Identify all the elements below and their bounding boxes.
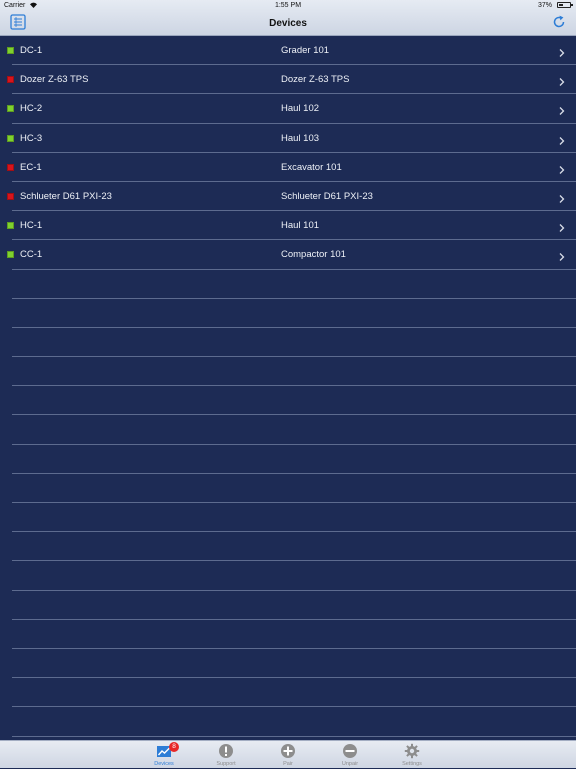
tab-label: Unpair bbox=[341, 761, 359, 767]
empty-row bbox=[12, 561, 576, 591]
empty-row bbox=[12, 678, 576, 708]
chevron-right-icon bbox=[557, 191, 566, 203]
device-name: EC-1 bbox=[20, 161, 42, 173]
empty-row bbox=[12, 270, 576, 299]
device-unit: Haul 103 bbox=[281, 132, 320, 144]
tab-devices[interactable]: 8 Devices bbox=[144, 741, 184, 769]
status-ok-indicator bbox=[7, 251, 14, 259]
tab-bar: 8 Devices Support Pair Unpair Settings bbox=[0, 740, 576, 768]
battery-fill bbox=[559, 4, 563, 6]
empty-row bbox=[12, 707, 576, 737]
minus-circle-icon bbox=[342, 743, 358, 759]
empty-row bbox=[12, 415, 576, 445]
empty-row bbox=[12, 299, 576, 328]
chevron-right-icon bbox=[557, 103, 566, 116]
plus-circle-icon bbox=[280, 743, 296, 759]
tab-label: Support bbox=[216, 761, 236, 767]
tab-settings[interactable]: Settings bbox=[392, 741, 432, 769]
device-unit: Haul 102 bbox=[281, 103, 320, 115]
tab-label: Settings bbox=[402, 761, 422, 767]
chevron-right-icon bbox=[557, 74, 566, 87]
tab-label: Devices bbox=[154, 761, 174, 767]
battery-icon bbox=[557, 2, 573, 8]
empty-row bbox=[12, 445, 576, 474]
empty-row bbox=[12, 591, 576, 620]
tab-support[interactable]: Support bbox=[206, 741, 246, 769]
status-time: 1:55 PM bbox=[274, 2, 302, 9]
device-name: HC-1 bbox=[20, 220, 43, 232]
status-ok-indicator bbox=[7, 222, 14, 230]
status-ok-indicator bbox=[7, 47, 14, 54]
chevron-right-icon bbox=[557, 220, 566, 233]
device-row[interactable]: EC-1 Excavator 101 bbox=[7, 153, 576, 182]
empty-row bbox=[12, 503, 576, 533]
device-unit: Grader 101 bbox=[281, 45, 330, 56]
device-row[interactable]: HC-1 Haul 101 bbox=[7, 211, 576, 241]
tab-pair[interactable]: Pair bbox=[268, 741, 308, 769]
empty-row bbox=[12, 532, 576, 562]
status-ok-indicator bbox=[7, 134, 14, 142]
device-list: DC-1 Grader 101 Dozer Z-63 TPS Dozer Z-63 T… bbox=[0, 36, 576, 737]
device-unit: Excavator 101 bbox=[281, 161, 342, 173]
top-bar: Carrier 1:55 PM 37% Devices bbox=[0, 0, 576, 36]
battery-percent: 37% bbox=[537, 2, 552, 9]
device-row[interactable]: CC-1 Compactor 101 bbox=[7, 240, 576, 270]
tab-badge: 8 bbox=[169, 742, 179, 752]
device-unit: Dozer Z-63 TPS bbox=[281, 74, 350, 86]
device-name: HC-3 bbox=[20, 132, 43, 144]
device-unit: Haul 101 bbox=[281, 220, 320, 232]
empty-row bbox=[12, 357, 576, 387]
empty-row bbox=[12, 620, 576, 649]
empty-row bbox=[12, 328, 576, 358]
empty-row bbox=[12, 649, 576, 679]
tab-label: Pair bbox=[283, 761, 293, 767]
device-name: DC-1 bbox=[20, 45, 43, 56]
device-row[interactable]: Schlueter D61 PXI-23 Schlueter D61 PXI-23 bbox=[7, 182, 576, 212]
device-name: Schlueter D61 PXI-23 bbox=[20, 190, 112, 202]
device-row[interactable]: HC-3 Haul 103 bbox=[7, 124, 576, 153]
chevron-right-icon bbox=[557, 162, 566, 174]
chevron-right-icon bbox=[557, 133, 566, 145]
refresh-icon[interactable] bbox=[552, 15, 566, 29]
device-row[interactable]: Dozer Z-63 TPS Dozer Z-63 TPS bbox=[7, 65, 576, 95]
chevron-right-icon bbox=[557, 45, 566, 57]
status-alert-indicator bbox=[7, 76, 14, 84]
status-alert-indicator bbox=[7, 192, 14, 200]
status-alert-indicator bbox=[7, 163, 14, 171]
empty-row bbox=[12, 474, 576, 503]
exclamation-icon bbox=[218, 743, 234, 759]
chevron-right-icon bbox=[557, 249, 566, 262]
gear-icon bbox=[404, 743, 420, 759]
device-row[interactable]: DC-1 Grader 101 bbox=[7, 36, 576, 66]
device-unit: Compactor 101 bbox=[281, 249, 346, 261]
device-unit: Schlueter D61 PXI-23 bbox=[281, 190, 373, 202]
status-bar: Carrier 1:55 PM 37% bbox=[0, 0, 576, 12]
status-ok-indicator bbox=[7, 105, 14, 113]
device-name: Dozer Z-63 TPS bbox=[20, 74, 89, 86]
device-name: CC-1 bbox=[20, 249, 43, 261]
tab-unpair[interactable]: Unpair bbox=[330, 741, 370, 769]
device-name: HC-2 bbox=[20, 103, 43, 115]
page-title: Devices bbox=[269, 18, 307, 29]
empty-row bbox=[12, 386, 576, 416]
device-row[interactable]: HC-2 Haul 102 bbox=[7, 94, 576, 124]
